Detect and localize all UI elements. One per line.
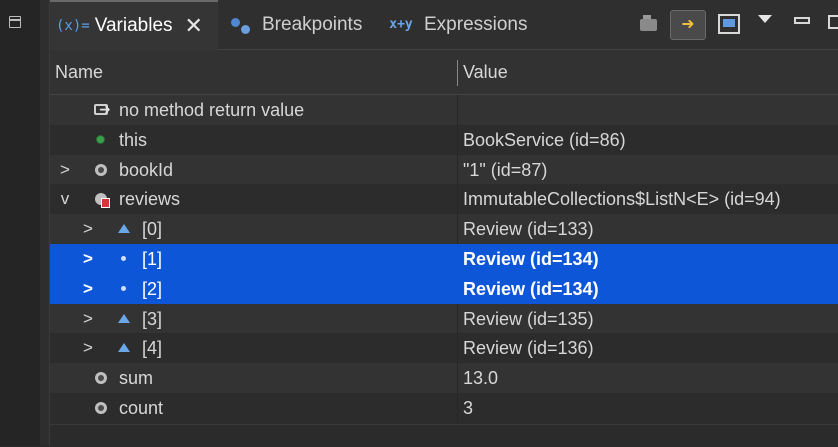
element-icon xyxy=(121,256,126,262)
variable-value: ImmutableCollections$ListN<E> (id=94) xyxy=(463,189,781,210)
element-icon xyxy=(121,286,126,292)
variable-value: Review (id=134) xyxy=(463,278,599,299)
variables-icon: (x)= xyxy=(56,18,90,34)
variable-value: Review (id=136) xyxy=(463,338,594,359)
column-divider xyxy=(457,363,458,394)
tree-row[interactable]: sum 13.0 xyxy=(50,363,838,394)
minimize-icon[interactable] xyxy=(794,17,810,24)
tree-row[interactable]: > [3] Review (id=135) xyxy=(50,303,838,334)
variable-value: Review (id=135) xyxy=(463,308,594,329)
return-icon xyxy=(93,101,113,118)
collapse-icon[interactable]: v xyxy=(56,184,74,214)
expand-icon[interactable]: > xyxy=(79,304,97,334)
element-icon xyxy=(118,313,130,323)
element-icon xyxy=(118,343,130,353)
variable-name: [1] xyxy=(142,248,163,269)
local-variable-icon xyxy=(95,163,107,176)
expand-icon[interactable]: > xyxy=(79,244,97,274)
column-divider xyxy=(457,95,458,125)
tree-row[interactable]: > [0] Review (id=133) xyxy=(50,214,838,245)
tab-variables[interactable]: (x)= Variables ✕ xyxy=(50,0,218,50)
show-logical-structure-icon[interactable]: ➜ xyxy=(670,10,706,40)
column-value-header[interactable]: Value xyxy=(463,62,508,83)
tab-breakpoints[interactable]: Breakpoints xyxy=(230,0,362,50)
tree-row[interactable]: this BookService (id=86) xyxy=(50,124,838,155)
variable-name: sum xyxy=(119,368,154,389)
element-icon xyxy=(118,224,130,234)
column-divider xyxy=(457,333,458,364)
list-variable-icon xyxy=(95,193,110,209)
column-divider[interactable] xyxy=(457,60,458,86)
tab-expressions-label: Expressions xyxy=(424,14,528,35)
tree-row-selected[interactable]: > [1] Review (id=134) xyxy=(50,243,838,274)
variable-name: [4] xyxy=(142,338,163,359)
variable-name: [2] xyxy=(142,278,163,299)
panel-separator[interactable] xyxy=(40,0,50,446)
field-icon xyxy=(97,136,104,144)
variable-name: count xyxy=(119,397,164,418)
tree-row[interactable]: v reviews ImmutableCollections$ListN<E> … xyxy=(50,184,838,215)
variable-name: no method return value xyxy=(119,100,305,120)
expressions-icon: x+y xyxy=(389,17,413,32)
tree-row[interactable]: > bookId "1" (id=87) xyxy=(50,154,838,185)
tab-expressions[interactable]: x+y Expressions xyxy=(388,0,528,50)
column-divider xyxy=(457,214,458,245)
tree-row[interactable]: > [4] Review (id=136) xyxy=(50,333,838,364)
local-variable-icon xyxy=(95,401,107,414)
tab-variables-label: Variables xyxy=(94,15,173,36)
variables-tree: no method return value this BookService … xyxy=(50,95,838,423)
column-divider xyxy=(457,392,458,423)
variable-value: Review (id=133) xyxy=(463,219,594,240)
left-panel-strip xyxy=(0,0,41,446)
variable-name: [0] xyxy=(142,219,163,240)
breakpoints-icon xyxy=(230,16,252,34)
variable-name: reviews xyxy=(119,189,181,210)
column-header: Name Value xyxy=(50,50,838,95)
close-icon[interactable]: ✕ xyxy=(185,13,203,39)
maximize-icon[interactable] xyxy=(828,15,838,29)
variable-value: BookService (id=86) xyxy=(463,129,626,150)
column-divider xyxy=(457,154,458,185)
layout-icon[interactable] xyxy=(718,14,740,34)
tree-row[interactable]: count 3 xyxy=(50,392,838,423)
expand-icon[interactable]: > xyxy=(79,214,97,244)
variable-value: Review (id=134) xyxy=(463,248,599,269)
expand-icon[interactable]: > xyxy=(56,155,74,185)
expand-icon[interactable]: > xyxy=(79,333,97,363)
column-name-header[interactable]: Name xyxy=(55,62,103,83)
variables-view: (x)= Variables ✕ Breakpoints x+y Express… xyxy=(50,0,838,447)
tree-row[interactable]: no method return value xyxy=(50,95,838,125)
expand-icon[interactable]: > xyxy=(79,274,97,304)
column-divider xyxy=(457,303,458,334)
restore-view-icon[interactable] xyxy=(9,16,21,28)
variable-name: bookId xyxy=(119,159,174,180)
variable-name: [3] xyxy=(142,308,163,329)
view-menu-chevron-down-icon[interactable] xyxy=(758,15,772,23)
detail-pane-edge xyxy=(50,424,838,447)
variable-value: 3 xyxy=(463,397,474,418)
variable-name: this xyxy=(119,129,148,150)
variable-value: 13.0 xyxy=(463,368,499,389)
tree-row-selected[interactable]: > [2] Review (id=134) xyxy=(50,273,838,304)
collapse-all-icon[interactable] xyxy=(637,14,659,34)
local-variable-icon xyxy=(95,372,107,385)
view-tab-bar: (x)= Variables ✕ Breakpoints x+y Express… xyxy=(50,0,838,50)
tab-breakpoints-label: Breakpoints xyxy=(262,14,363,35)
column-divider xyxy=(457,124,458,155)
variable-value: "1" (id=87) xyxy=(463,159,548,180)
column-divider xyxy=(457,184,458,215)
